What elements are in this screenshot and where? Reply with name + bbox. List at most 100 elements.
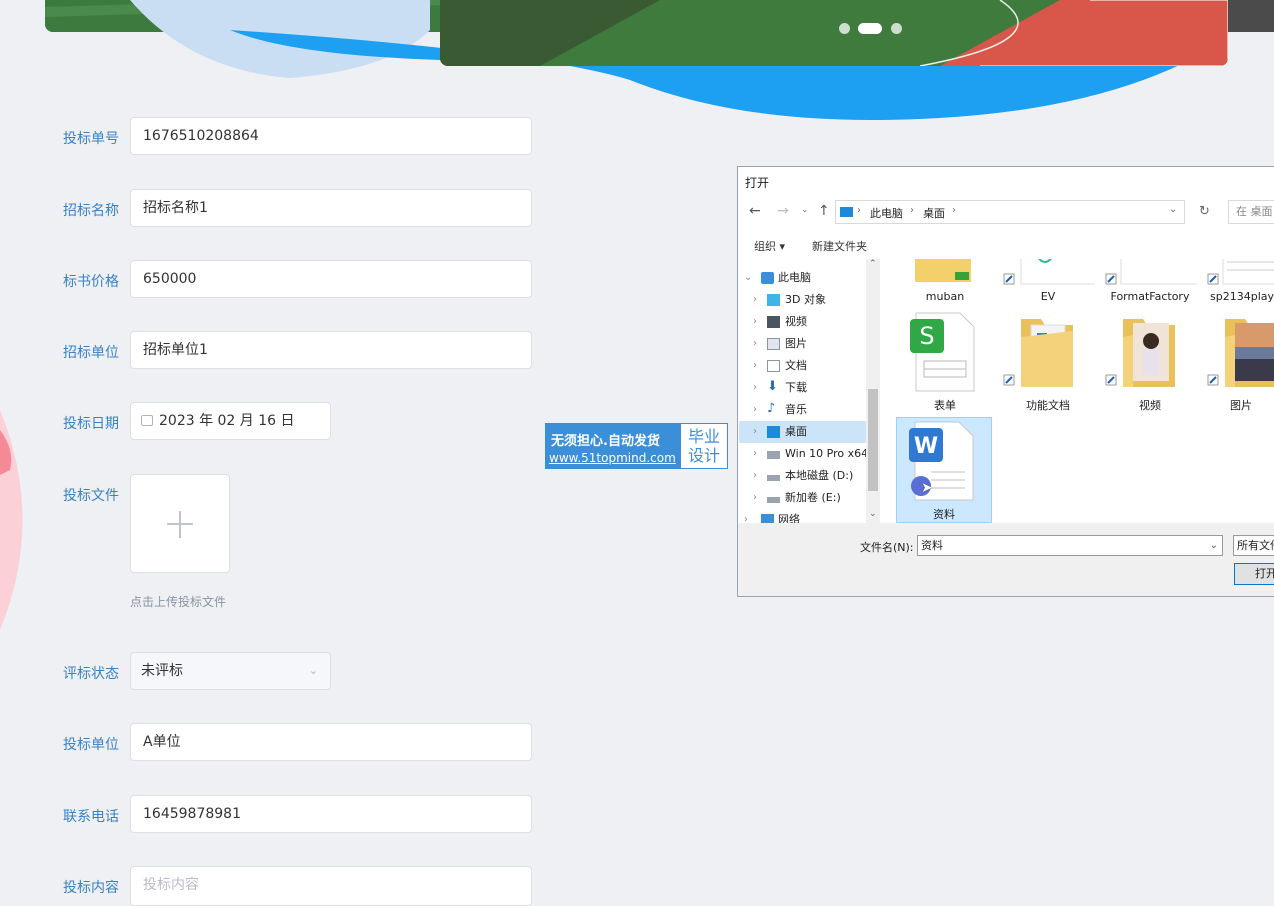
cube-icon: [767, 294, 780, 306]
file-item-videos[interactable]: 视频: [1103, 311, 1197, 412]
new-folder-button[interactable]: 新建文件夹: [812, 238, 867, 254]
document-icon: [767, 360, 780, 372]
forward-arrow-icon[interactable]: →: [777, 203, 789, 219]
chevron-right-icon[interactable]: ›: [753, 465, 757, 487]
drive-icon: [767, 497, 780, 503]
filename-label: 文件名(N):: [860, 541, 914, 554]
tree-item-3d[interactable]: › 3D 对象: [739, 289, 866, 311]
chevron-right-icon[interactable]: ›: [753, 487, 757, 509]
recent-dropdown-icon[interactable]: ⌄: [801, 205, 809, 215]
file-item-feature-docs[interactable]: 功能文档: [1001, 311, 1095, 412]
carousel-dot-3[interactable]: [891, 23, 902, 34]
tree-scrollbar[interactable]: ⌃ ⌄: [866, 259, 880, 523]
bid-date-value: 2023 年 02 月 16 日: [159, 413, 295, 429]
chevron-right-icon[interactable]: ›: [753, 443, 757, 465]
back-arrow-icon[interactable]: ←: [749, 203, 761, 219]
filename-input[interactable]: 资料 ⌄: [917, 535, 1223, 556]
open-button[interactable]: 打开: [1234, 563, 1274, 585]
breadcrumb-desktop[interactable]: 桌面: [923, 205, 945, 221]
address-dropdown-icon[interactable]: ⌄: [1169, 204, 1177, 215]
plus-icon: [167, 511, 193, 538]
bid-file-label: 投标文件: [63, 488, 119, 504]
tree-item-pictures[interactable]: › 图片: [739, 333, 866, 355]
watermark-url: www.51topmind.com: [549, 451, 676, 465]
bid-unit-input[interactable]: A单位: [130, 723, 532, 761]
chevron-right-icon[interactable]: ›: [744, 509, 748, 523]
search-input[interactable]: 在 桌面: [1228, 200, 1274, 224]
file-list[interactable]: muban EV FormatFactory sp2134playe S 表单: [883, 259, 1274, 523]
tree-item-video[interactable]: › 视频: [739, 311, 866, 333]
bid-no-input[interactable]: 1676510208864: [130, 117, 532, 155]
chevron-right-icon[interactable]: ›: [753, 421, 757, 443]
svg-text:W: W: [914, 434, 938, 459]
tree-item-documents[interactable]: › 文档: [739, 355, 866, 377]
tree-item-desktop[interactable]: › 桌面: [739, 421, 866, 443]
file-item-pictures[interactable]: 图片: [1205, 311, 1274, 412]
watermark-line1: 无须担心.自动发货: [551, 434, 660, 449]
network-icon: [761, 514, 774, 523]
tender-unit-input[interactable]: 招标单位1: [130, 331, 532, 369]
file-item-muban[interactable]: muban: [898, 259, 992, 304]
picture-icon: [767, 338, 780, 350]
up-arrow-icon[interactable]: ↑: [818, 203, 830, 219]
chevron-down-icon[interactable]: ⌄: [744, 267, 752, 289]
filetype-select[interactable]: 所有文件: [1233, 535, 1274, 556]
chevron-down-icon: ⌄: [308, 664, 318, 677]
file-item-ev[interactable]: EV: [1001, 259, 1095, 304]
chevron-right-icon[interactable]: ›: [753, 311, 757, 333]
shortcut-ev-icon: [1003, 259, 1095, 285]
tree-item-network[interactable]: › 网络: [739, 509, 866, 523]
file-item-formatfactory[interactable]: FormatFactory: [1103, 259, 1197, 304]
tree-item-drive-d[interactable]: › 本地磁盘 (D:): [739, 465, 866, 487]
svg-text:S: S: [919, 322, 934, 350]
bid-date-picker[interactable]: 2023 年 02 月 16 日: [130, 402, 331, 440]
dialog-footer: 文件名(N): 资料 ⌄ 所有文件 打开: [738, 523, 1274, 596]
tender-unit-label: 招标单位: [63, 345, 119, 361]
chevron-down-icon[interactable]: ⌄: [1210, 536, 1218, 555]
filename-value: 资料: [921, 539, 943, 552]
scrollbar-thumb[interactable]: [868, 389, 878, 491]
carousel-dot-1[interactable]: [839, 23, 850, 34]
watermark-right1: 毕业: [687, 427, 720, 446]
chevron-right-icon[interactable]: ›: [753, 377, 757, 399]
desktop-icon: [767, 426, 780, 438]
tree-item-drive-c[interactable]: › Win 10 Pro x64: [739, 443, 866, 465]
chevron-right-icon[interactable]: ›: [753, 289, 757, 311]
tree-item-drive-e[interactable]: › 新加卷 (E:): [739, 487, 866, 509]
tender-name-input[interactable]: 招标名称1: [130, 189, 532, 227]
carousel-dot-2[interactable]: [858, 23, 882, 34]
tree-item-downloads[interactable]: › ⬇ 下载: [739, 377, 866, 399]
organize-menu[interactable]: 组织 ▾: [754, 238, 785, 254]
tree-item-computer[interactable]: ⌄ 此电脑: [739, 267, 866, 289]
computer-icon: [761, 272, 774, 284]
tree-item-music[interactable]: › ♪ 音乐: [739, 399, 866, 421]
watermark-banner: 无须担心.自动发货 www.51topmind.com 毕业 设计: [545, 423, 728, 469]
chevron-right-icon[interactable]: ›: [753, 399, 757, 421]
navigation-tree[interactable]: ⌄ 此电脑 › 3D 对象 › 视频 › 图片 › 文档 › ⬇ 下载 › ♪ …: [739, 259, 866, 523]
video-icon: [767, 316, 780, 328]
bid-no-label: 投标单号: [63, 131, 119, 147]
chevron-right-icon[interactable]: ›: [753, 333, 757, 355]
review-status-select[interactable]: 未评标 ⌄: [130, 652, 331, 690]
file-item-form[interactable]: S 表单: [898, 311, 992, 412]
breadcrumb-computer[interactable]: 此电脑: [870, 205, 903, 221]
drive-icon: [767, 451, 780, 459]
phone-input[interactable]: 16459878981: [130, 795, 532, 833]
folder-icon: [1003, 319, 1073, 387]
upload-button[interactable]: [130, 474, 230, 573]
chevron-right-icon[interactable]: ›: [753, 355, 757, 377]
file-item-materials[interactable]: W ➤ 资料: [896, 417, 992, 523]
file-open-dialog: 打开 ← → ⌄ ↑ › 此电脑 › 桌面 › ⌄ ↻ 在 桌面 组织 ▾ 新建…: [737, 166, 1274, 597]
doc-price-label: 标书价格: [63, 274, 119, 290]
refresh-icon[interactable]: ↻: [1199, 204, 1210, 219]
tender-name-label: 招标名称: [63, 203, 119, 219]
bid-content-textarea[interactable]: 投标内容: [130, 866, 532, 906]
folder-icon: [840, 207, 853, 217]
shortcut-formatfactory-icon: [1105, 259, 1197, 285]
spreadsheet-icon: S: [910, 312, 975, 392]
address-bar[interactable]: › 此电脑 › 桌面 › ⌄: [835, 200, 1185, 224]
watermark-right2: 设计: [687, 446, 720, 465]
file-item-sp2134player[interactable]: sp2134playe: [1205, 259, 1274, 304]
calendar-icon: [141, 414, 153, 426]
doc-price-input[interactable]: 650000: [130, 260, 532, 298]
